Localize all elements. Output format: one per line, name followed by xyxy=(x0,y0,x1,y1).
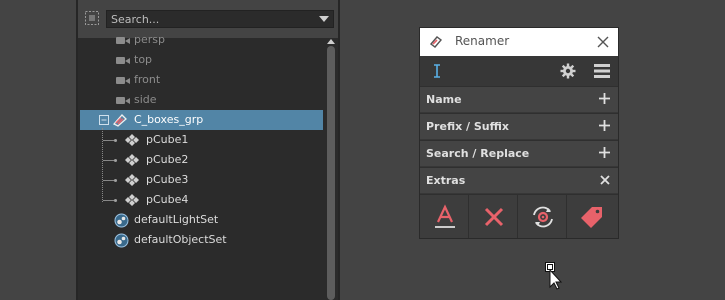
group-transform-icon xyxy=(112,114,127,127)
chevron-down-icon[interactable] xyxy=(319,16,329,22)
tag-button[interactable] xyxy=(567,195,616,238)
tree-node-dot xyxy=(114,199,117,202)
close-icon[interactable] xyxy=(596,35,610,49)
renamer-titlebar[interactable]: Renamer xyxy=(420,28,618,56)
mesh-icon xyxy=(125,194,139,206)
search-placeholder: Search... xyxy=(111,13,160,26)
mouse-pointer-icon xyxy=(545,262,563,290)
section-label: Search / Replace xyxy=(426,147,530,160)
section-extras[interactable]: Extras xyxy=(420,167,618,193)
outliner-item-label: pCube1 xyxy=(146,133,189,146)
scroll-thumb[interactable] xyxy=(327,46,335,300)
tree-branch xyxy=(103,180,114,181)
outliner-item-defaultobjectset[interactable]: defaultObjectSet xyxy=(78,230,323,250)
section-label: Prefix / Suffix xyxy=(426,120,509,133)
tree-branch xyxy=(103,160,114,161)
outliner-item-c-boxes-grp[interactable]: C_boxes_grp xyxy=(80,110,323,130)
refresh-gear-icon xyxy=(533,206,553,228)
collapse-close-icon[interactable] xyxy=(600,175,610,185)
object-set-icon xyxy=(114,213,129,228)
outliner-item-label: pCube4 xyxy=(146,193,189,206)
underline-button[interactable] xyxy=(420,195,469,238)
outliner-item-label: defaultLightSet xyxy=(134,213,219,226)
outliner-item-side[interactable]: side xyxy=(78,90,323,110)
renamer-logo-icon xyxy=(429,36,443,48)
extras-action-bar xyxy=(420,194,618,238)
plus-icon[interactable] xyxy=(599,93,610,104)
refresh-button[interactable] xyxy=(518,195,567,238)
tree-node-dot xyxy=(114,159,117,162)
scroll-up-icon[interactable] xyxy=(327,39,335,44)
section-label: Extras xyxy=(426,174,466,187)
outliner-item-label: pCube2 xyxy=(146,153,189,166)
delete-button[interactable] xyxy=(469,195,518,238)
plus-icon[interactable] xyxy=(599,120,610,131)
outliner-item-pcube4[interactable]: pCube4 xyxy=(78,190,323,210)
outliner-panel: Search... persp top front side C_boxes_g… xyxy=(76,0,340,300)
section-search-replace[interactable]: Search / Replace xyxy=(420,140,618,166)
outliner-item-pcube2[interactable]: pCube2 xyxy=(78,150,323,170)
outliner-item-pcube3[interactable]: pCube3 xyxy=(78,170,323,190)
mesh-icon xyxy=(125,134,139,146)
outliner-item-label: C_boxes_grp xyxy=(134,113,204,126)
text-cursor-icon[interactable] xyxy=(430,63,444,79)
tag-icon xyxy=(581,207,602,228)
mesh-icon xyxy=(125,174,139,186)
tree-node-dot xyxy=(114,139,117,142)
outliner-item-persp[interactable]: persp xyxy=(78,30,323,50)
tree-node-dot xyxy=(114,179,117,182)
filter-icon[interactable] xyxy=(84,10,100,26)
search-input[interactable]: Search... xyxy=(106,10,334,28)
outliner-item-label: persp xyxy=(134,33,165,46)
outliner-item-label: defaultObjectSet xyxy=(134,233,227,246)
section-name[interactable]: Name xyxy=(420,86,618,112)
plus-icon[interactable] xyxy=(599,147,610,158)
renamer-toolbar xyxy=(420,56,618,86)
object-set-icon xyxy=(114,233,129,248)
outliner-scrollbar[interactable] xyxy=(326,38,336,300)
section-prefix-suffix[interactable]: Prefix / Suffix xyxy=(420,113,618,139)
outliner-item-label: pCube3 xyxy=(146,173,189,186)
outliner-item-defaultlightset[interactable]: defaultLightSet xyxy=(78,210,323,230)
mesh-icon xyxy=(125,154,139,166)
outliner-item-label: side xyxy=(134,93,157,106)
settings-gear-icon[interactable] xyxy=(560,63,576,79)
collapse-icon[interactable] xyxy=(99,115,109,125)
outliner-item-front[interactable]: front xyxy=(78,70,323,90)
renamer-window: Renamer Name Prefix / Suffix Search / Re… xyxy=(419,27,619,239)
delete-x-icon xyxy=(484,207,504,227)
outliner-item-label: top xyxy=(134,53,153,66)
tree-branch xyxy=(103,140,114,141)
outliner-item-pcube1[interactable]: pCube1 xyxy=(78,130,323,150)
outliner-item-top[interactable]: top xyxy=(78,50,323,70)
window-title: Renamer xyxy=(455,34,510,48)
underline-text-icon xyxy=(435,204,455,228)
section-label: Name xyxy=(426,93,462,106)
tree-branch xyxy=(103,200,114,201)
menu-icon[interactable] xyxy=(594,64,610,78)
outliner-item-label: front xyxy=(134,73,161,86)
